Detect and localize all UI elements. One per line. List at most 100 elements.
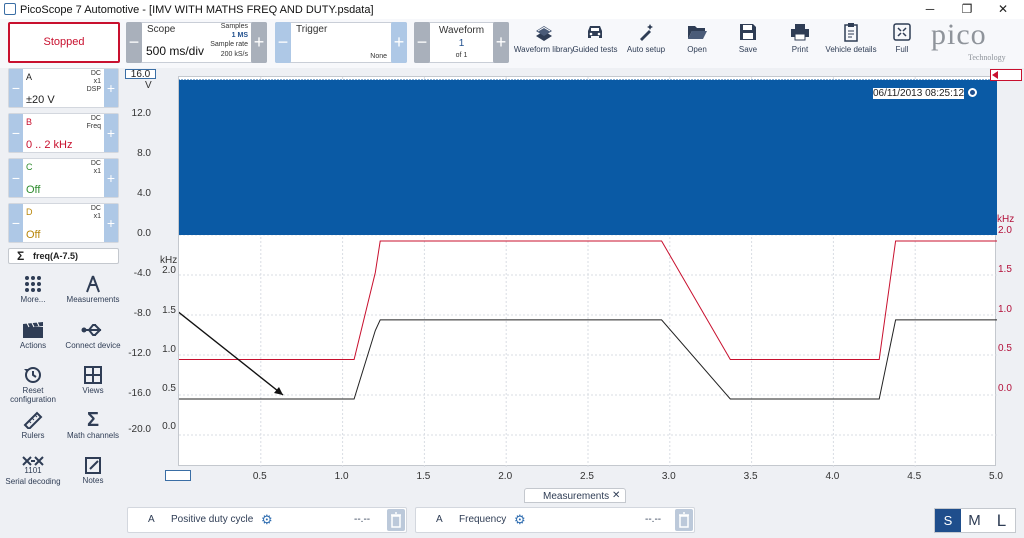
- x-axis-tick: 1.0: [334, 471, 349, 482]
- waveform-current[interactable]: 1: [430, 38, 493, 49]
- gear-icon[interactable]: ⚙: [261, 512, 273, 528]
- right-axis-tick: 0.0: [998, 383, 1012, 394]
- right-axis-unit: kHz: [997, 214, 1015, 225]
- scope-plot[interactable]: 06/11/2013 08:25:12: [103, 76, 997, 467]
- printer-icon: [791, 24, 809, 41]
- trash-icon[interactable]: [387, 509, 405, 531]
- size-m-button[interactable]: M: [961, 509, 988, 532]
- top-axis-tick: 12.0: [131, 108, 151, 119]
- usb-icon: [81, 324, 102, 336]
- channel-c-range[interactable]: Off: [26, 184, 40, 196]
- trigger-decrease-button[interactable]: −: [275, 22, 291, 63]
- channel-c-increase-button[interactable]: +: [104, 159, 118, 197]
- connect-device-button[interactable]: Connect device: [64, 321, 122, 350]
- waveform-next-button[interactable]: +: [493, 22, 509, 63]
- timebase-increase-button[interactable]: +: [251, 22, 267, 63]
- more-button[interactable]: More...: [4, 275, 62, 304]
- restore-icon[interactable]: ❐: [952, 2, 982, 17]
- trigger-increase-button[interactable]: +: [391, 22, 407, 63]
- rulers-button[interactable]: Rulers: [4, 411, 62, 440]
- measurements-tab[interactable]: Measurements ✕: [524, 488, 626, 503]
- notes-button[interactable]: Notes: [64, 456, 122, 485]
- annotation-arrow: [103, 252, 284, 396]
- gear-icon[interactable]: ⚙: [514, 512, 526, 528]
- serial-decoding-button[interactable]: 1101 Serial decoding: [4, 456, 62, 486]
- save-icon: [740, 24, 756, 40]
- minimize-icon[interactable]: ─: [915, 2, 945, 17]
- notes-label: Notes: [82, 476, 104, 485]
- channel-b-box[interactable]: − + B DC Freq 0 .. 2 kHz: [8, 113, 119, 153]
- plot-canvas[interactable]: [103, 77, 997, 467]
- channel-b-range[interactable]: 0 .. 2 kHz: [26, 139, 72, 151]
- close-icon[interactable]: ✕: [612, 490, 620, 501]
- math-channel-chip[interactable]: Σ freq(A-7.5): [8, 248, 119, 264]
- actions-label: Actions: [19, 341, 47, 350]
- x-axis-tick: 4.0: [825, 471, 840, 482]
- measurement-channel: A: [148, 514, 155, 525]
- right-axis-tick: 1.5: [998, 264, 1012, 275]
- scope-label: Scope: [147, 24, 176, 35]
- channel-a-name: A: [26, 72, 33, 82]
- channel-a-range[interactable]: ±20 V: [26, 94, 55, 106]
- measurement-row[interactable]: A Frequency ⚙ --.--: [415, 507, 695, 533]
- more-label: More...: [20, 295, 46, 304]
- measurements-button[interactable]: Measurements: [64, 275, 122, 304]
- top-axis-tick: 0.0: [137, 228, 151, 239]
- channel-d-coupling: DC: [90, 205, 101, 212]
- channel-a-increase-button[interactable]: +: [104, 69, 118, 107]
- sample-rate-value: 200 kS/s: [220, 51, 248, 58]
- magic-wand-icon: [640, 24, 653, 41]
- waveform-prev-button[interactable]: −: [414, 22, 430, 63]
- right-scale-marker[interactable]: [990, 69, 1022, 81]
- math-channel-label: freq(A-7.5): [33, 251, 79, 261]
- channel-d-increase-button[interactable]: +: [104, 204, 118, 242]
- measurement-value: --.--: [645, 514, 662, 525]
- view-size-toggle: S M L: [934, 508, 1016, 533]
- samples-label: Samples: [220, 23, 248, 30]
- right-axis-tick: 0.5: [998, 343, 1012, 354]
- sample-rate-label: Sample rate: [210, 41, 248, 48]
- channel-b-probe: Freq: [86, 123, 101, 130]
- x-origin-marker[interactable]: [165, 470, 191, 481]
- channel-b-increase-button[interactable]: +: [104, 114, 118, 152]
- full-button[interactable]: Full: [871, 22, 933, 55]
- channel-d-decrease-button[interactable]: −: [9, 204, 23, 242]
- x-axis-tick: 4.5: [907, 471, 922, 482]
- channel-d-range[interactable]: Off: [26, 229, 40, 241]
- measurement-name: Frequency: [459, 514, 507, 525]
- views-button[interactable]: Views: [64, 366, 122, 395]
- actions-button[interactable]: Actions: [4, 321, 62, 350]
- serial-decoding-sub: 1101: [24, 466, 42, 475]
- channel-c-box[interactable]: − + C DC x1 Off: [8, 158, 119, 198]
- size-l-button[interactable]: L: [988, 509, 1015, 532]
- x-axis-tick: 2.0: [498, 471, 513, 482]
- channel-a-box[interactable]: − + A DC x1 DSP ±20 V: [8, 68, 119, 108]
- close-icon[interactable]: ✕: [988, 2, 1018, 17]
- actions-icon: [23, 321, 43, 338]
- mid-axis-tick: 1.5: [162, 305, 176, 316]
- rulers-label: Rulers: [21, 431, 45, 440]
- measurement-row[interactable]: A Positive duty cycle ⚙ --.--: [127, 507, 407, 533]
- measurement-value: --.--: [354, 514, 371, 525]
- trigger-label: Trigger: [296, 24, 328, 35]
- timebase-value[interactable]: 500 ms/div: [146, 44, 204, 58]
- size-s-button[interactable]: S: [935, 509, 961, 532]
- reset-configuration-button[interactable]: Reset configuration: [4, 366, 62, 404]
- run-stop-button[interactable]: Stopped: [8, 22, 120, 63]
- channel-b-decrease-button[interactable]: −: [9, 114, 23, 152]
- channel-c-decrease-button[interactable]: −: [9, 159, 23, 197]
- sigma-icon: Σ: [86, 409, 99, 431]
- top-axis-unit: V: [145, 80, 152, 91]
- channel-a-decrease-button[interactable]: −: [9, 69, 23, 107]
- top-axis-max[interactable]: 16.0: [125, 69, 156, 80]
- top-axis-tick: 8.0: [137, 148, 151, 159]
- samples-value[interactable]: 1 MS: [212, 32, 248, 39]
- channel-d-box[interactable]: − + D DC x1 Off: [8, 203, 119, 243]
- triangle-left-icon: [992, 71, 998, 79]
- timestamp-pin-icon[interactable]: [968, 88, 977, 97]
- trash-icon[interactable]: [675, 509, 693, 531]
- channel-c-probe: x1: [93, 168, 101, 175]
- math-channels-button[interactable]: Σ Math channels: [64, 409, 122, 440]
- timebase-decrease-button[interactable]: −: [126, 22, 142, 63]
- trigger-mode[interactable]: None: [355, 53, 387, 60]
